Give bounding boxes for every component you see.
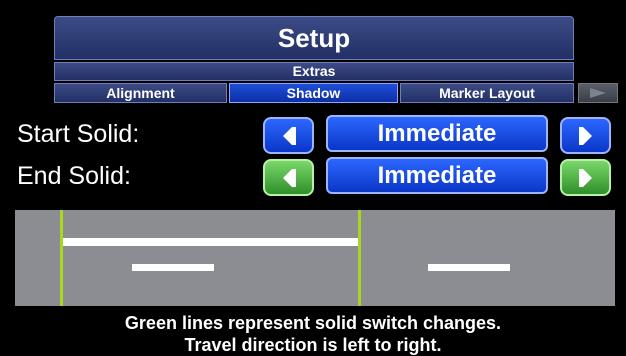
page-title: Setup <box>54 16 574 60</box>
tab-scroll-right-button[interactable] <box>578 83 618 103</box>
dash-segment <box>428 264 510 271</box>
end-solid-label: End Solid: <box>17 162 131 190</box>
end-solid-value[interactable]: Immediate <box>326 157 548 194</box>
tab-marker-layout[interactable]: Marker Layout <box>400 83 574 103</box>
dash-segment <box>132 264 214 271</box>
start-solid-value[interactable]: Immediate <box>326 115 548 152</box>
caption-line-1: Green lines represent solid switch chang… <box>124 313 502 333</box>
tab-scroll-right-icon <box>590 88 606 98</box>
start-switch-line <box>60 210 63 306</box>
page-subtitle: Extras <box>54 62 574 81</box>
solid-switch-diagram <box>15 210 615 306</box>
end-solid-next-button[interactable] <box>560 159 611 196</box>
left-arrow-icon <box>282 168 296 187</box>
tab-alignment[interactable]: Alignment <box>54 83 227 103</box>
start-solid-prev-button[interactable] <box>263 117 314 154</box>
solid-line-segment <box>63 238 358 246</box>
left-arrow-icon <box>282 126 296 145</box>
end-solid-prev-button[interactable] <box>263 159 314 196</box>
start-solid-next-button[interactable] <box>560 117 611 154</box>
end-switch-line <box>358 210 361 306</box>
tab-shadow[interactable]: Shadow <box>229 83 398 103</box>
caption-line-2: Travel direction is left to right. <box>184 335 442 355</box>
right-arrow-icon <box>578 126 592 145</box>
right-arrow-icon <box>578 168 592 187</box>
start-solid-label: Start Solid: <box>17 120 140 148</box>
